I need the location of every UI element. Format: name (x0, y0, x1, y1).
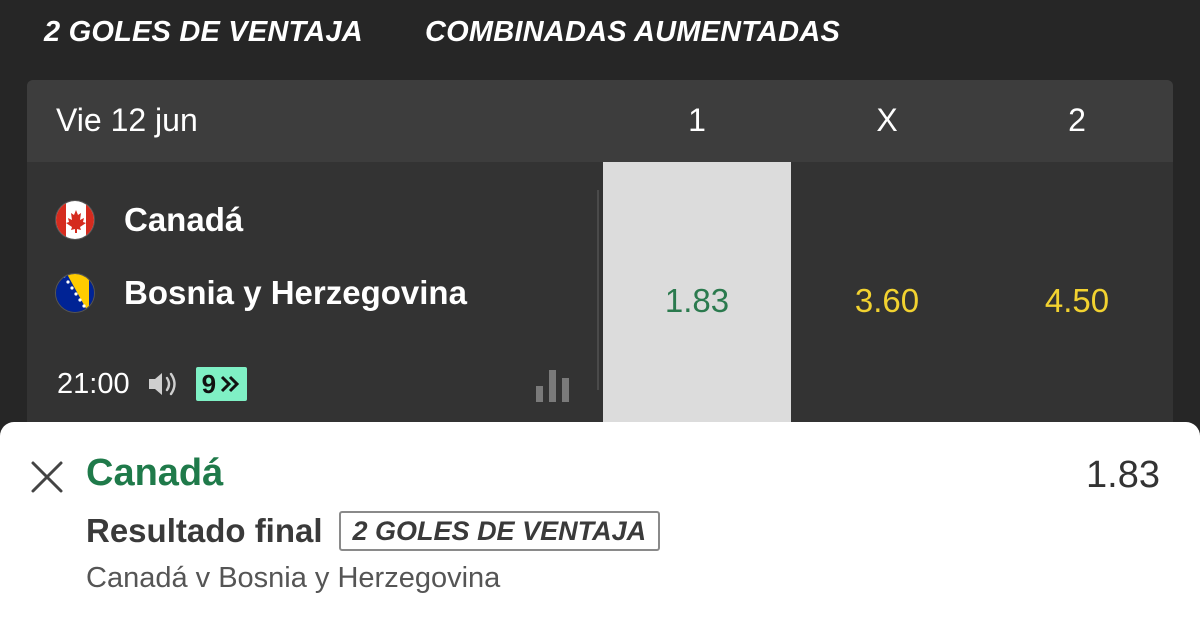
column-header-draw: X (876, 102, 898, 138)
home-team-name: Canadá (124, 201, 244, 238)
market-row: Resultado final 2 GOLES DE VENTAJA (86, 510, 661, 552)
match-meta: 21:00 9 (57, 366, 248, 402)
home-team-row[interactable]: Canadá (55, 200, 243, 240)
bet-slip: Canadá 1.83 Resultado final 2 GOLES DE V… (0, 422, 1200, 636)
odd-home-button[interactable]: 1.83 (603, 162, 791, 440)
event-name: Canadá v Bosnia y Herzegovina (86, 562, 501, 594)
tab-2-goles-de-ventaja[interactable]: 2 GOLES DE VENTAJA (44, 16, 363, 49)
speaker-icon[interactable] (146, 369, 180, 399)
bosnia-flag-icon (55, 273, 95, 313)
away-team-row[interactable]: Bosnia y Herzegovina (55, 273, 467, 313)
close-icon[interactable] (30, 460, 64, 494)
divider (597, 190, 599, 390)
market-name: Resultado final (86, 512, 323, 549)
away-team-name: Bosnia y Herzegovina (124, 274, 467, 311)
selection-name: Canadá (86, 452, 224, 494)
boost-tag: 2 GOLES DE VENTAJA (338, 511, 661, 551)
more-markets-count: 9 (201, 368, 217, 399)
match-date: Vie 12 jun (56, 102, 198, 138)
odd-draw-button[interactable]: 3.60 (793, 162, 981, 440)
odd-away-button[interactable]: 4.50 (983, 162, 1171, 440)
top-tabs: 2 GOLES DE VENTAJA COMBINADAS AUMENTADAS (0, 0, 1200, 70)
match-card-header: Vie 12 jun 1 X 2 (27, 80, 1173, 162)
stats-icon[interactable] (533, 364, 573, 404)
tab-combinadas-aumentadas[interactable]: COMBINADAS AUMENTADAS (425, 16, 840, 49)
more-markets-badge[interactable]: 9 (195, 367, 248, 401)
kickoff-time: 21:00 (57, 367, 130, 400)
canada-flag-icon (55, 200, 95, 240)
column-header-away: 2 (1068, 102, 1086, 138)
column-header-home: 1 (688, 102, 706, 138)
double-chevron-right-icon (220, 375, 240, 393)
match-card: Vie 12 jun 1 X 2 Canadá Bosnia y Herzego… (27, 80, 1173, 440)
selection-odd: 1.83 (1086, 454, 1160, 496)
